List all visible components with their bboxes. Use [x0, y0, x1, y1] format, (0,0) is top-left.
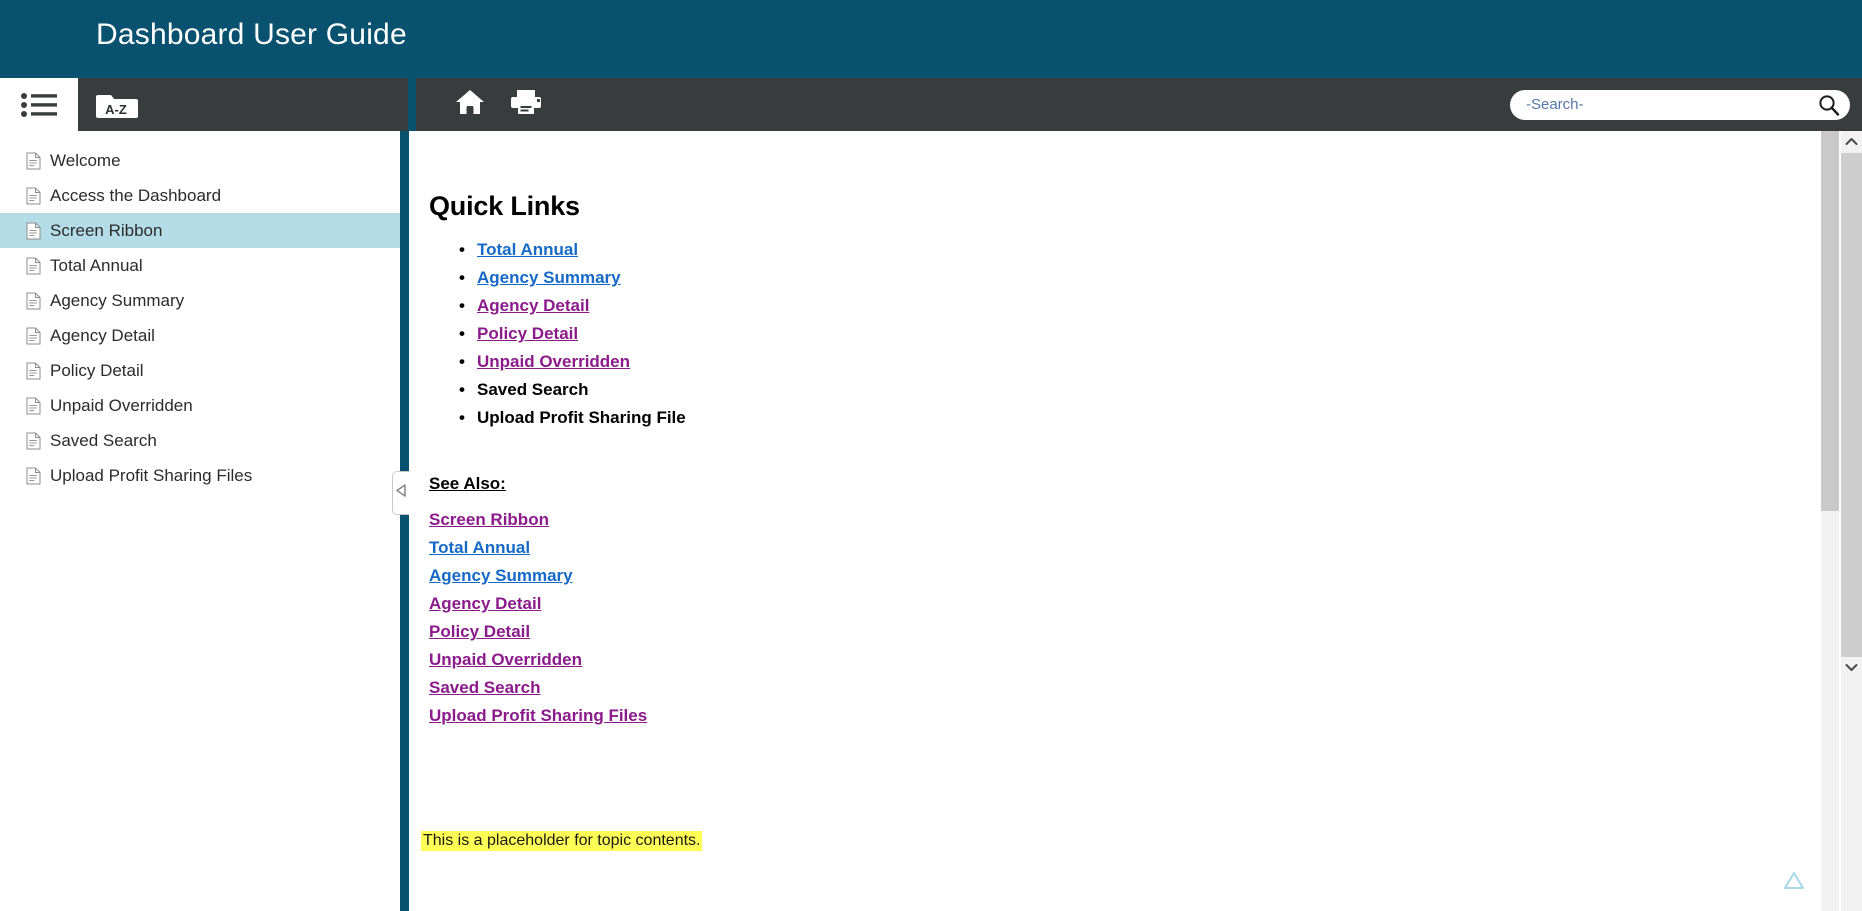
quick-link-unpaid-overridden[interactable]: Unpaid Overridden [477, 352, 630, 371]
pane-divider [392, 131, 409, 911]
see-also-link-total-annual[interactable]: Total Annual [429, 534, 1841, 562]
see-also-list: Screen Ribbon Total Annual Agency Summary A… [429, 506, 1841, 730]
chevron-down-icon [1845, 659, 1858, 677]
sidebar-item-access-the-dashboard[interactable]: Access the Dashboard [0, 178, 400, 213]
app-banner: Dashboard User Guide [0, 0, 1862, 78]
window-scrollbar-thumb[interactable] [1841, 153, 1862, 657]
tab-table-of-contents[interactable] [0, 78, 78, 131]
document-icon [26, 152, 50, 170]
toolbar-row: A-Z [0, 78, 1862, 131]
topic-placeholder-text: This is a placeholder for topic contents… [421, 831, 703, 851]
print-icon [510, 88, 542, 121]
tab-index-a-z[interactable]: A-Z [78, 78, 156, 131]
quick-links-list: Total Annual Agency Summary Agency Detail P… [429, 236, 1841, 432]
sidebar-item-label: Unpaid Overridden [50, 395, 193, 415]
quick-link-item: Agency Detail [459, 292, 1841, 320]
window-scrollbar[interactable] [1841, 131, 1862, 911]
see-also-link-screen-ribbon[interactable]: Screen Ribbon [429, 506, 1841, 534]
see-also-link-policy-detail[interactable]: Policy Detail [429, 618, 1841, 646]
sidebar-item-agency-summary[interactable]: Agency Summary [0, 283, 400, 318]
document-icon [26, 292, 50, 310]
quick-link-agency-detail[interactable]: Agency Detail [477, 296, 589, 315]
sidebar-item-label: Access the Dashboard [50, 185, 222, 205]
page-title: Dashboard User Guide [96, 18, 407, 51]
sidebar-item-label: Saved Search [50, 430, 157, 450]
sidebar-item-label: Upload Profit Sharing Files [50, 465, 253, 485]
document-icon [26, 467, 50, 485]
quick-link-policy-detail[interactable]: Policy Detail [477, 324, 578, 343]
document-icon [26, 187, 50, 205]
sidebar-item-agency-detail[interactable]: Agency Detail [0, 318, 400, 353]
topic-content-area: Quick Links Total AnnualAgency SummaryAg… [409, 131, 1841, 911]
see-also-block: See Also: Screen Ribbon Total Annual Agenc… [429, 474, 1841, 730]
quick-link-total-annual[interactable]: Total Annual [477, 240, 578, 259]
document-icon [26, 362, 50, 380]
search-input[interactable] [1524, 95, 1816, 114]
quick-links-heading: Quick Links [429, 191, 580, 221]
sidebar-item-screen-ribbon[interactable]: Screen Ribbon [0, 213, 400, 248]
triangle-up-icon [1783, 872, 1805, 894]
topic-body: Quick Links Total AnnualAgency SummaryAg… [409, 131, 1841, 730]
sidebar-item-saved-search[interactable]: Saved Search [0, 423, 400, 458]
document-icon [26, 432, 50, 450]
body-row: Welcome Access the Dashboard Screen Ribbon… [0, 131, 1862, 911]
see-also-link-unpaid-overridden[interactable]: Unpaid Overridden [429, 646, 1841, 674]
scroll-down-button[interactable] [1841, 657, 1862, 679]
quick-link-item: Saved Search [459, 376, 1841, 404]
see-also-link-agency-detail[interactable]: Agency Detail [429, 590, 1841, 618]
topic-toolbar [416, 78, 1862, 131]
toc-sidebar: Welcome Access the Dashboard Screen Ribbon… [0, 131, 400, 911]
quick-link-item: Policy Detail [459, 320, 1841, 348]
svg-text:A-Z: A-Z [105, 102, 127, 117]
sidebar-collapse-handle[interactable] [392, 471, 409, 515]
document-icon [26, 397, 50, 415]
quick-link-item: Total Annual [459, 236, 1841, 264]
toc-list: Welcome Access the Dashboard Screen Ribbon… [0, 143, 400, 493]
content-scrollbar-thumb[interactable] [1821, 131, 1839, 511]
sidebar-item-upload-profit-sharing-files[interactable]: Upload Profit Sharing Files [0, 458, 400, 493]
back-to-top-button[interactable] [1783, 871, 1805, 895]
list-icon [20, 91, 58, 119]
see-also-link-agency-summary[interactable]: Agency Summary [429, 562, 1841, 590]
quick-link-item: Unpaid Overridden [459, 348, 1841, 376]
sidebar-item-label: Policy Detail [50, 360, 144, 380]
scroll-up-button[interactable] [1841, 131, 1862, 153]
sidebar-item-label: Agency Summary [50, 290, 185, 310]
toolbar-divider [408, 78, 416, 131]
sidebar-item-welcome[interactable]: Welcome [0, 143, 400, 178]
sidebar-item-label: Welcome [50, 150, 121, 170]
sidebar-item-label: Screen Ribbon [50, 220, 163, 240]
sidebar-item-label: Agency Detail [50, 325, 155, 345]
chevron-up-icon [1845, 133, 1858, 151]
nav-pane-tabs: A-Z [0, 78, 408, 131]
home-button[interactable] [442, 78, 498, 131]
sidebar-item-unpaid-overridden[interactable]: Unpaid Overridden [0, 388, 400, 423]
quick-link-item: Agency Summary [459, 264, 1841, 292]
sidebar-item-label: Total Annual [50, 255, 143, 275]
see-also-link-saved-search[interactable]: Saved Search [429, 674, 1841, 702]
sidebar-item-policy-detail[interactable]: Policy Detail [0, 353, 400, 388]
print-button[interactable] [498, 78, 554, 131]
content-scrollbar[interactable] [1821, 131, 1839, 911]
document-icon [26, 222, 50, 240]
search-box[interactable] [1510, 89, 1850, 120]
quick-link-agency-summary[interactable]: Agency Summary [477, 268, 621, 287]
triangle-left-icon [395, 484, 407, 502]
quick-link-text: Saved Search [477, 380, 589, 399]
a-z-folder-icon: A-Z [96, 89, 138, 121]
document-icon [26, 327, 50, 345]
see-also-label: See Also: [429, 474, 506, 493]
see-also-link-upload-profit-sharing-files[interactable]: Upload Profit Sharing Files [429, 702, 1841, 730]
home-icon [455, 88, 485, 121]
document-icon [26, 257, 50, 275]
quick-link-text: Upload Profit Sharing File [477, 408, 686, 427]
sidebar-item-total-annual[interactable]: Total Annual [0, 248, 400, 283]
quick-link-item: Upload Profit Sharing File [459, 404, 1841, 432]
search-icon[interactable] [1816, 92, 1842, 118]
